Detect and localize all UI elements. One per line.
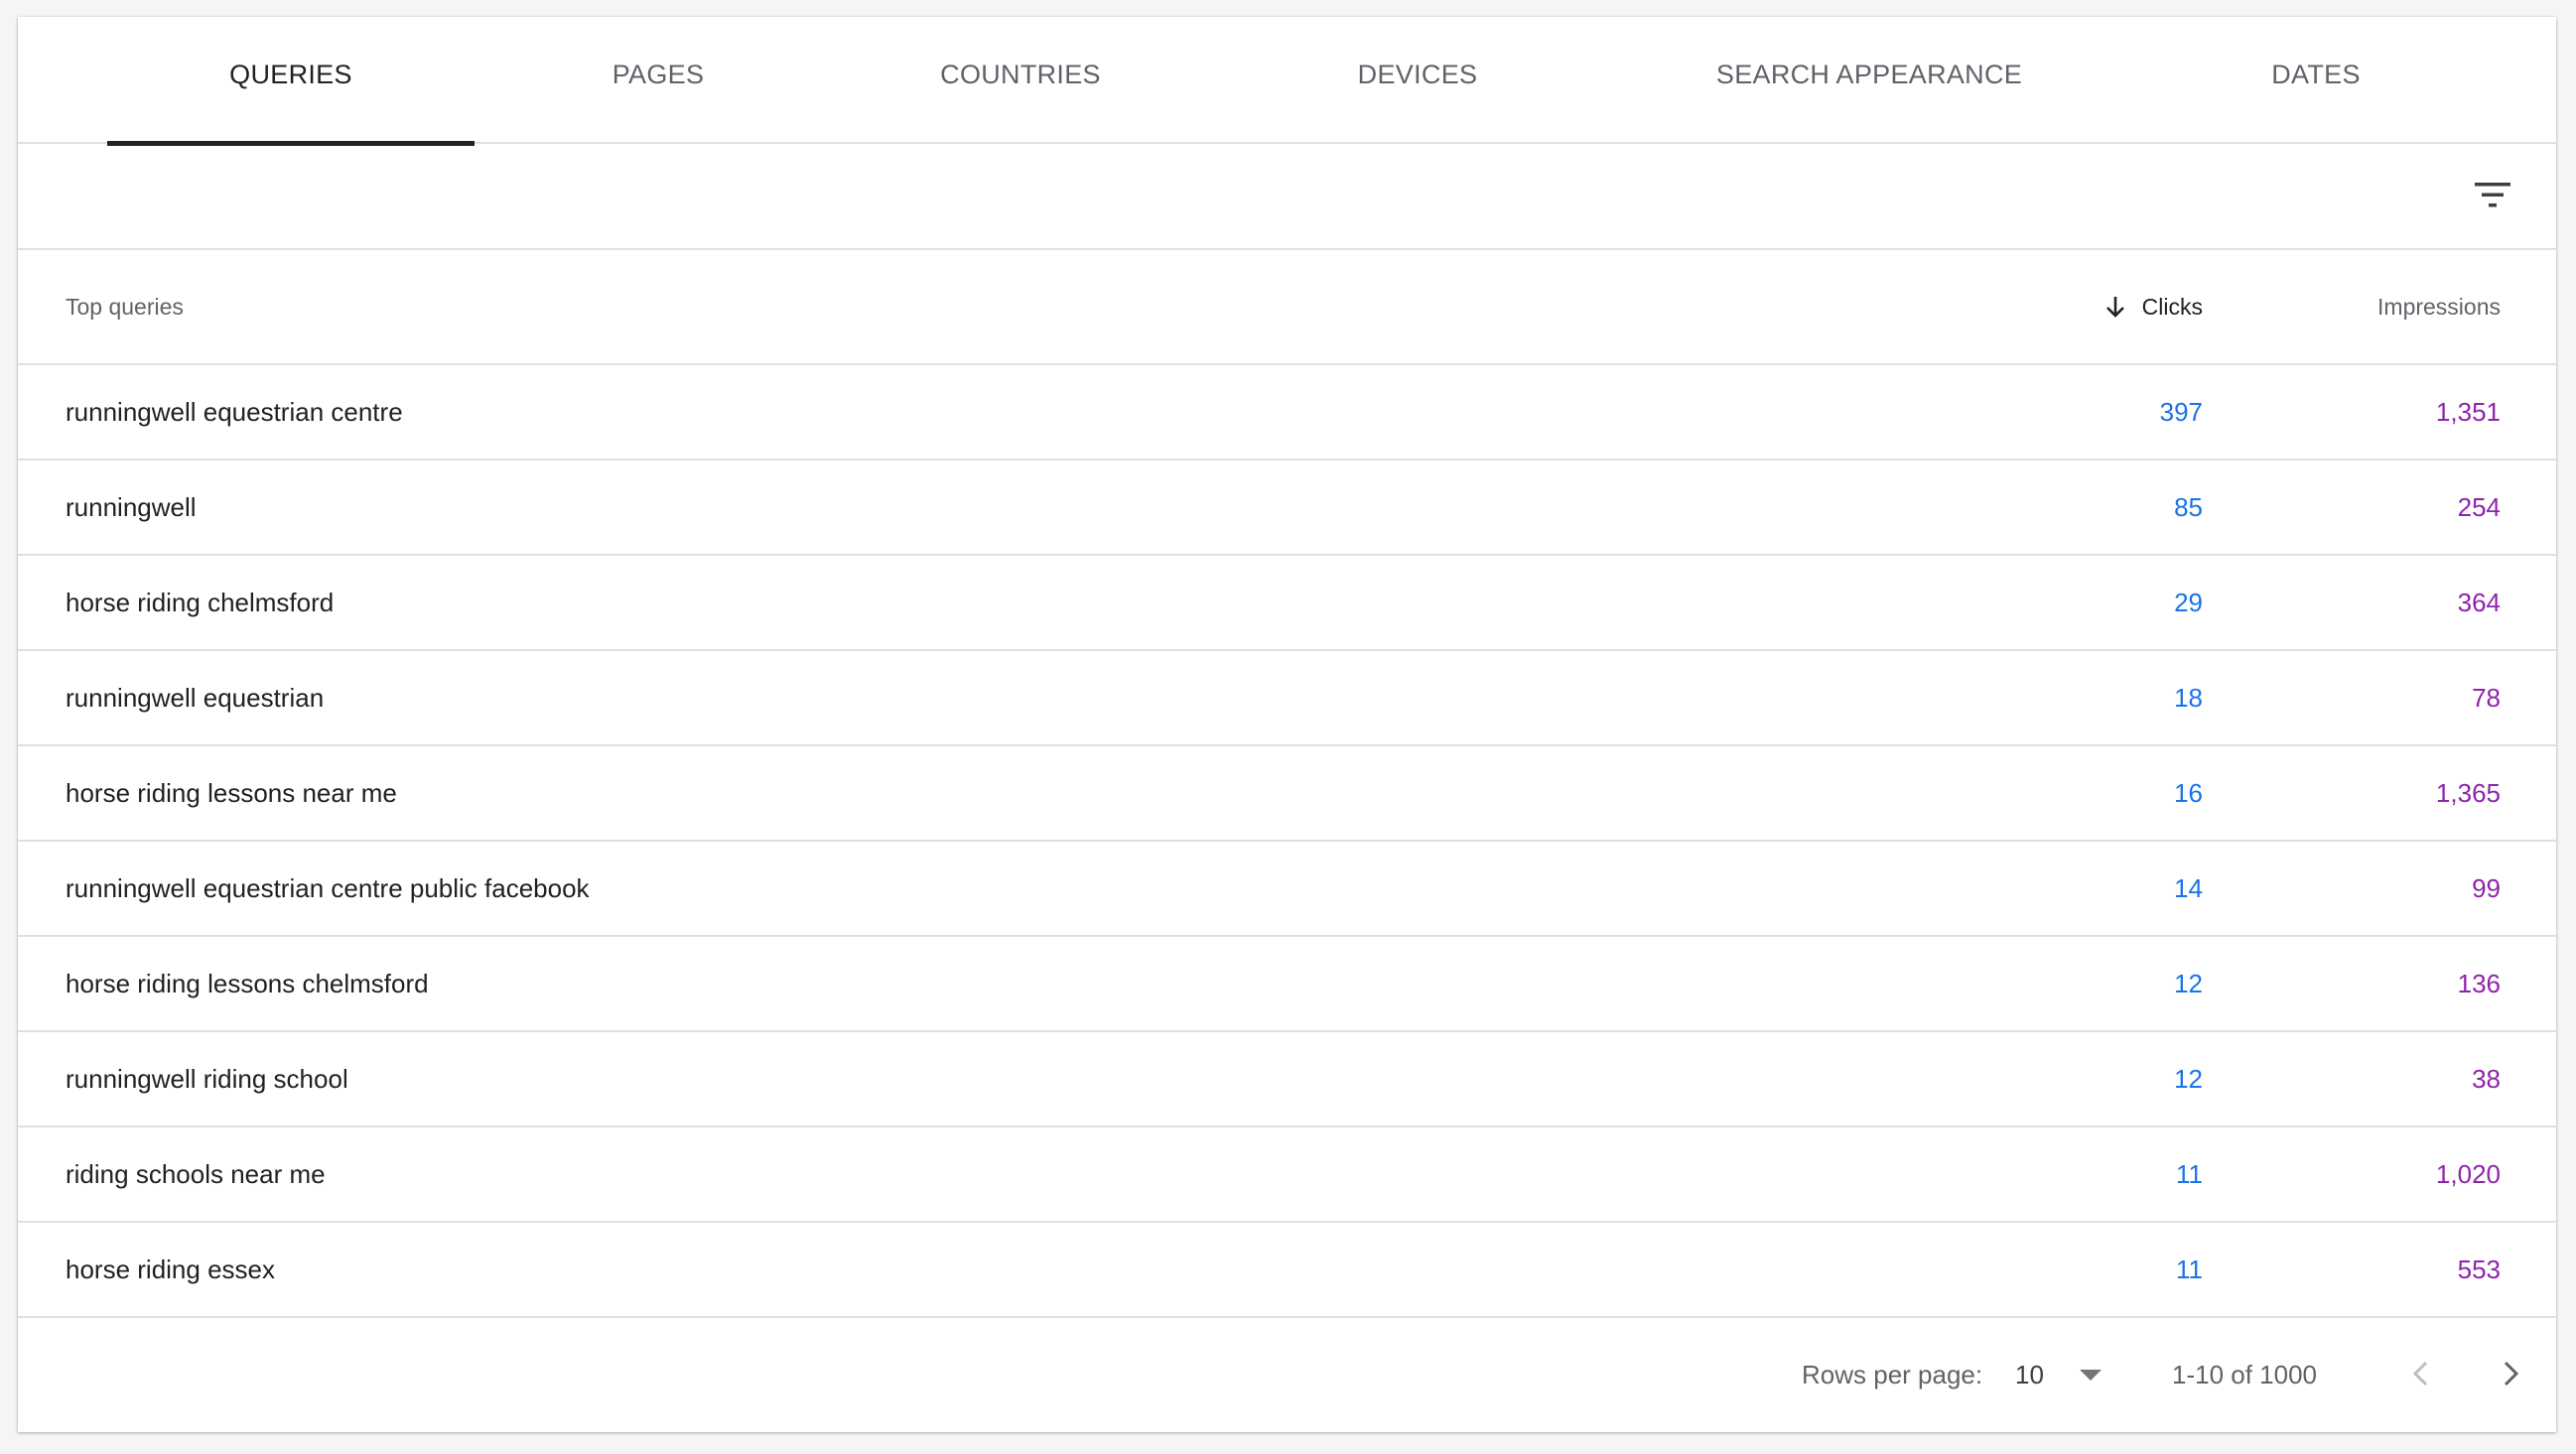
tab-countries[interactable]: COUNTRIES [891, 17, 1150, 144]
clicks-cell: 12 [2174, 1063, 2203, 1094]
chevron-left-icon[interactable] [2402, 1354, 2442, 1393]
table-row[interactable]: horse riding chelmsford 29 364 [18, 556, 2556, 651]
pagination-bar: Rows per page: 10 1-10 of 1000 [18, 1318, 2556, 1432]
impressions-cell: 553 [2457, 1254, 2501, 1284]
rows-per-page-select[interactable]: 10 [2015, 1318, 2101, 1432]
table-row[interactable]: runningwell equestrian centre public fac… [18, 842, 2556, 937]
tab-label: QUERIES [229, 59, 352, 89]
query-cell: runningwell equestrian centre public fac… [66, 872, 590, 903]
table-row[interactable]: riding schools near me 11 1,020 [18, 1127, 2556, 1223]
tab-label: SEARCH APPEARANCE [1715, 59, 2023, 89]
clicks-cell: 397 [2159, 396, 2203, 427]
chevron-right-icon[interactable] [2490, 1354, 2529, 1393]
clicks-cell: 14 [2174, 872, 2203, 903]
column-header-impressions[interactable]: Impressions [2377, 250, 2501, 363]
tab-search-appearance[interactable]: SEARCH APPEARANCE [1666, 17, 2073, 144]
tab-pages[interactable]: PAGES [554, 17, 762, 144]
query-cell: riding schools near me [66, 1158, 326, 1189]
rows-per-page-label: Rows per page: [1802, 1360, 1983, 1389]
arrow-down-icon [2105, 297, 2124, 318]
rows-per-page-value: 10 [2015, 1360, 2044, 1389]
impressions-cell: 1,351 [2435, 396, 2501, 427]
table-row[interactable]: runningwell equestrian centre 397 1,351 [18, 365, 2556, 461]
clicks-cell: 11 [2176, 1254, 2203, 1284]
filter-icon[interactable] [2473, 180, 2512, 209]
column-header-clicks[interactable]: Clicks [2102, 250, 2203, 363]
query-cell: runningwell [66, 491, 197, 522]
impressions-cell: 38 [2472, 1063, 2501, 1094]
table-row[interactable]: runningwell equestrian 18 78 [18, 651, 2556, 746]
column-header-clicks-label: Clicks [2141, 293, 2203, 320]
tab-label: DATES [2271, 59, 2361, 89]
impressions-cell: 254 [2457, 491, 2501, 522]
performance-table-card: QUERIES PAGES COUNTRIES DEVICES SEARCH A… [18, 17, 2556, 1432]
pagination-range: 1-10 of 1000 [2172, 1360, 2318, 1389]
table-row[interactable]: runningwell 85 254 [18, 461, 2556, 556]
query-cell: runningwell equestrian centre [66, 396, 403, 427]
impressions-cell: 78 [2472, 682, 2501, 713]
tab-queries[interactable]: QUERIES [107, 17, 475, 146]
impressions-cell: 136 [2457, 968, 2501, 998]
impressions-cell: 1,365 [2435, 777, 2501, 808]
clicks-cell: 11 [2176, 1158, 2203, 1189]
clicks-cell: 16 [2174, 777, 2203, 808]
query-cell: runningwell equestrian [66, 682, 325, 713]
query-cell: horse riding lessons near me [66, 777, 397, 808]
dropdown-caret-icon [2079, 1370, 2101, 1381]
query-cell: runningwell riding school [66, 1063, 348, 1094]
table-row[interactable]: horse riding essex 11 553 [18, 1223, 2556, 1318]
impressions-cell: 364 [2457, 587, 2501, 617]
tab-bar: QUERIES PAGES COUNTRIES DEVICES SEARCH A… [18, 17, 2556, 146]
table-row[interactable]: runningwell riding school 12 38 [18, 1032, 2556, 1127]
query-cell: horse riding chelmsford [66, 587, 335, 617]
clicks-cell: 85 [2174, 491, 2203, 522]
tab-dates[interactable]: DATES [2202, 17, 2430, 144]
tab-label: DEVICES [1357, 59, 1478, 89]
tab-label: PAGES [611, 59, 705, 89]
clicks-cell: 18 [2174, 682, 2203, 713]
filter-bar [18, 144, 2556, 250]
query-cell: horse riding lessons chelmsford [66, 968, 429, 998]
table-body: runningwell equestrian centre 397 1,351 … [18, 365, 2556, 1318]
clicks-cell: 29 [2174, 587, 2203, 617]
tab-devices[interactable]: DEVICES [1288, 17, 1547, 144]
column-header-query[interactable]: Top queries [66, 250, 184, 363]
impressions-cell: 1,020 [2435, 1158, 2501, 1189]
query-cell: horse riding essex [66, 1254, 275, 1284]
tab-label: COUNTRIES [940, 59, 1101, 89]
table-row[interactable]: horse riding lessons near me 16 1,365 [18, 746, 2556, 842]
impressions-cell: 99 [2472, 872, 2501, 903]
clicks-cell: 12 [2174, 968, 2203, 998]
table-header: Top queries Clicks Impressions [18, 250, 2556, 365]
table-row[interactable]: horse riding lessons chelmsford 12 136 [18, 937, 2556, 1032]
